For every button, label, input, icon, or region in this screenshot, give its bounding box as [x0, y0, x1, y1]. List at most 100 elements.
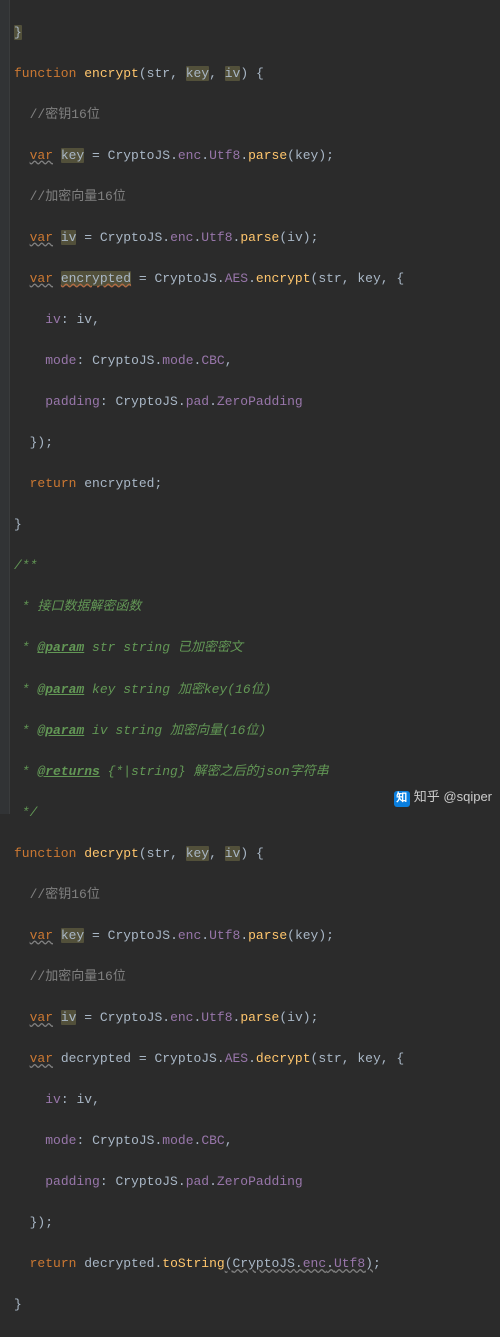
- arg-key: key: [295, 148, 318, 163]
- paren: (: [287, 148, 295, 163]
- dot: .: [217, 1051, 225, 1066]
- semi: ;: [326, 148, 334, 163]
- paren: ): [365, 1256, 373, 1271]
- var-key: key: [61, 148, 84, 163]
- paren: ): [318, 148, 326, 163]
- paren: (: [139, 66, 147, 81]
- comma: ,: [92, 1092, 100, 1107]
- var-iv: iv: [61, 230, 77, 245]
- val-iv: iv: [76, 312, 92, 327]
- cryptojs: CryptoJS: [115, 394, 177, 409]
- brace: {: [396, 1051, 404, 1066]
- paren: ): [240, 66, 248, 81]
- utf8: Utf8: [201, 230, 232, 245]
- arg-str: str: [318, 271, 341, 286]
- semi: ;: [373, 1256, 381, 1271]
- fn-parse: parse: [248, 928, 287, 943]
- return-encrypted: encrypted: [84, 476, 154, 491]
- dot: .: [154, 1133, 162, 1148]
- keyword-var: var: [30, 271, 53, 286]
- arg-iv: iv: [287, 230, 303, 245]
- cryptojs: CryptoJS: [154, 271, 216, 286]
- dot: .: [217, 271, 225, 286]
- mode-path: mode: [162, 353, 193, 368]
- fn-decrypt: decrypt: [84, 846, 139, 861]
- close-opts: }): [30, 1215, 46, 1230]
- cryptojs: CryptoJS: [100, 230, 162, 245]
- comment-key16: //密钥16位: [30, 107, 100, 122]
- brace: }: [14, 517, 22, 532]
- fn-parse: parse: [240, 1010, 279, 1025]
- code-editor[interactable]: } function encrypt(str, key, iv) { //密钥1…: [0, 0, 500, 1337]
- prop-iv: iv: [45, 312, 61, 327]
- dot: .: [178, 394, 186, 409]
- cbc: CBC: [201, 1133, 224, 1148]
- arg-str: str: [318, 1051, 341, 1066]
- param-iv: iv: [225, 846, 241, 861]
- arg-iv: iv: [287, 1010, 303, 1025]
- fn-aes-decrypt: decrypt: [256, 1051, 311, 1066]
- var-decrypted: decrypted: [61, 1051, 131, 1066]
- param-iv: iv: [225, 66, 241, 81]
- arg-key: key: [357, 271, 380, 286]
- dot: .: [240, 148, 248, 163]
- dot: .: [162, 1010, 170, 1025]
- cbc: CBC: [201, 353, 224, 368]
- pad-path: pad: [186, 394, 209, 409]
- comma: ,: [209, 846, 217, 861]
- pad-path: pad: [186, 1174, 209, 1189]
- keyword-function: function: [14, 66, 76, 81]
- paren: ): [318, 928, 326, 943]
- close-opts: }): [30, 435, 46, 450]
- dot: .: [209, 394, 217, 409]
- dot: .: [154, 1256, 162, 1271]
- doc-close: */: [14, 805, 37, 820]
- brace: }: [14, 1297, 22, 1312]
- utf8: Utf8: [209, 928, 240, 943]
- colon: :: [76, 1133, 84, 1148]
- paren: ): [240, 846, 248, 861]
- eq: =: [76, 230, 99, 245]
- colon: :: [61, 312, 69, 327]
- paren: (: [139, 846, 147, 861]
- doc-param-str: str string 已加密密文: [84, 640, 243, 655]
- comma: ,: [342, 271, 350, 286]
- dot: .: [326, 1256, 334, 1271]
- paren: ): [303, 230, 311, 245]
- keyword-var: var: [30, 928, 53, 943]
- paren: (: [287, 928, 295, 943]
- dot: .: [194, 1133, 202, 1148]
- doc-open: /**: [14, 558, 37, 573]
- var-encrypted: encrypted: [61, 271, 131, 286]
- enc: enc: [178, 928, 201, 943]
- prop-mode: mode: [45, 353, 76, 368]
- paren: (: [279, 230, 287, 245]
- keyword-var: var: [30, 230, 53, 245]
- comment-iv16: //加密向量16位: [30, 189, 126, 204]
- cryptojs: CryptoJS: [92, 353, 154, 368]
- keyword-var: var: [30, 1051, 53, 1066]
- val-iv: iv: [76, 1092, 92, 1107]
- dot: .: [295, 1256, 303, 1271]
- comma: ,: [381, 271, 389, 286]
- comment-iv16: //加密向量16位: [30, 969, 126, 984]
- semi: ;: [311, 1010, 319, 1025]
- enc: enc: [303, 1256, 326, 1271]
- colon: :: [100, 394, 108, 409]
- doc-param-tag: @param: [37, 682, 84, 697]
- keyword-var: var: [30, 148, 53, 163]
- zeropadding: ZeroPadding: [217, 1174, 303, 1189]
- comma: ,: [225, 1133, 233, 1148]
- doc-returns-tag: @returns: [37, 764, 99, 779]
- semi: ;: [45, 435, 53, 450]
- dot: .: [233, 1010, 241, 1025]
- utf8: Utf8: [201, 1010, 232, 1025]
- doc-param-key: key string 加密key(16位): [84, 682, 271, 697]
- doc-param-tag: @param: [37, 640, 84, 655]
- brace-close: }: [14, 25, 22, 40]
- doc-param-iv: iv string 加密向量(16位): [84, 723, 266, 738]
- comma: ,: [92, 312, 100, 327]
- eq: =: [76, 1010, 99, 1025]
- dot: .: [170, 148, 178, 163]
- watermark: 知知乎 @sqiper: [394, 787, 492, 808]
